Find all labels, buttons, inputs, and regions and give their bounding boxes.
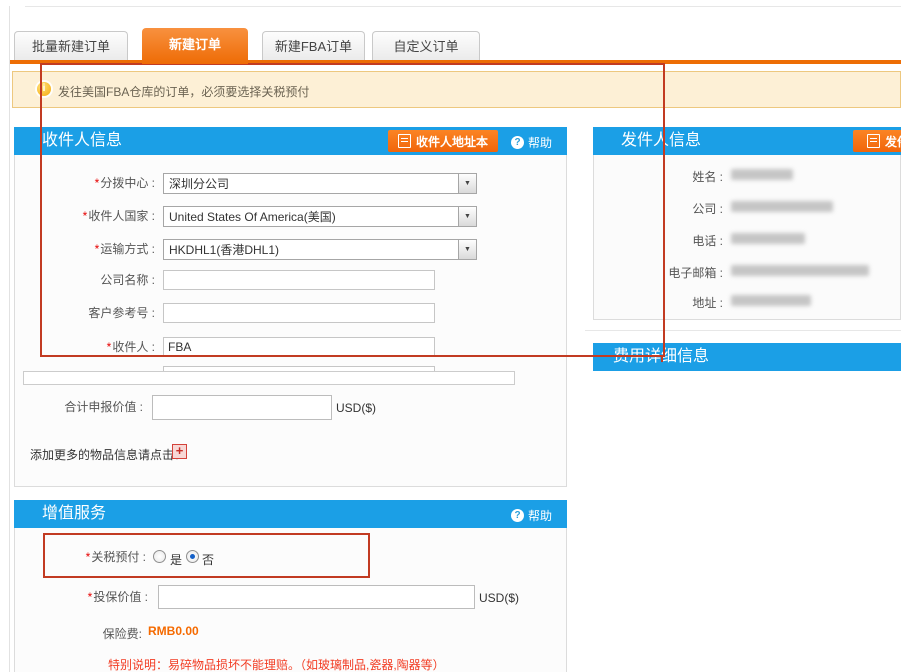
- duty-prepaid-no-radio[interactable]: [186, 550, 199, 563]
- declared-total-input[interactable]: [152, 395, 332, 420]
- vas-help-label: 帮助: [528, 507, 552, 524]
- dispatch-center-label: *分拨中心 :: [20, 173, 155, 194]
- add-more-items-text: 添加更多的物品信息请点击：: [30, 446, 186, 463]
- shipping-method-select[interactable]: HKDHL1(香港DHL1) ▼: [163, 239, 477, 260]
- recipient-address-book-label: 收件人地址本: [416, 133, 488, 150]
- recipient-country-label: *收件人国家 :: [20, 206, 155, 227]
- recipient-help-label: 帮助: [528, 134, 552, 151]
- sender-email-redacted-value: [731, 265, 869, 276]
- tab-create-fba-order[interactable]: 新建FBA订单: [262, 31, 365, 60]
- sender-company-redacted-value: [731, 201, 833, 212]
- dispatch-center-select[interactable]: 深圳分公司 ▼: [163, 173, 477, 194]
- vas-help-link[interactable]: ? 帮助: [511, 507, 552, 524]
- declared-total-label: 合计申报价值 :: [20, 395, 143, 420]
- order-create-page: 批量新建订单 新建订单 新建FBA订单 自定义订单 i 发往美国FBA仓库的订单…: [0, 0, 901, 672]
- sender-name-redacted-value: [731, 169, 793, 180]
- dispatch-center-value: 深圳分公司: [164, 175, 458, 192]
- insured-value-label: *投保价值 :: [20, 585, 148, 609]
- sender-panel-title: 发件人信息: [621, 127, 701, 155]
- recipient-help-link[interactable]: ? 帮助: [511, 134, 552, 151]
- duty-prepaid-no-label[interactable]: 否: [202, 551, 214, 568]
- sender-address-book-label: 发件: [885, 133, 901, 150]
- sender-email-label: 电子邮箱 :: [613, 264, 723, 281]
- company-name-label: 公司名称 :: [20, 270, 155, 290]
- notice-text: 发往美国FBA仓库的订单，必须要选择关税预付: [58, 83, 309, 100]
- tab-create-order[interactable]: 新建订单: [142, 28, 248, 64]
- question-mark-icon: ?: [511, 136, 524, 149]
- chevron-down-icon[interactable]: ▼: [458, 207, 476, 226]
- add-item-plus-icon[interactable]: +: [172, 444, 187, 459]
- customer-ref-input[interactable]: [163, 303, 435, 323]
- tab-custom-order[interactable]: 自定义订单: [372, 31, 480, 60]
- sender-address-book-button[interactable]: 发件: [853, 130, 901, 152]
- items-section-clipped: [23, 371, 515, 385]
- recipient-country-select[interactable]: United States Of America(美国) ▼: [163, 206, 477, 227]
- sender-address-label: 地址 :: [633, 294, 723, 311]
- sender-company-label: 公司 :: [633, 200, 723, 217]
- chevron-down-icon[interactable]: ▼: [458, 174, 476, 193]
- required-mark: *: [95, 176, 100, 190]
- sender-address-redacted-value: [731, 295, 811, 306]
- recipient-country-value: United States Of America(美国): [164, 208, 458, 225]
- recipient-name-input[interactable]: [163, 337, 435, 357]
- required-mark: *: [107, 340, 112, 354]
- declared-total-unit: USD($): [336, 401, 376, 415]
- chevron-down-icon[interactable]: ▼: [458, 240, 476, 259]
- duty-prepaid-yes-radio[interactable]: [153, 550, 166, 563]
- fees-panel-title: 费用详细信息: [613, 343, 709, 371]
- insured-value-unit: USD($): [479, 591, 519, 605]
- right-column-divider: [585, 330, 901, 331]
- recipient-address-book-button[interactable]: 收件人地址本: [388, 130, 498, 152]
- required-mark: *: [83, 209, 88, 223]
- company-name-input[interactable]: [163, 270, 435, 290]
- question-mark-icon: ?: [511, 509, 524, 522]
- customer-ref-label: 客户参考号 :: [20, 303, 155, 323]
- tab-batch-create-order[interactable]: 批量新建订单: [14, 31, 128, 60]
- info-icon: i: [37, 82, 51, 96]
- vas-panel-title: 增值服务: [42, 500, 106, 528]
- shipping-method-value: HKDHL1(香港DHL1): [164, 241, 458, 258]
- duty-prepaid-yes-label[interactable]: 是: [170, 551, 182, 568]
- duty-prepaid-label: *关税预付 :: [20, 549, 146, 565]
- top-divider: [25, 6, 901, 7]
- sender-name-label: 姓名 :: [633, 168, 723, 185]
- insurance-fee-label: 保险费:: [20, 625, 142, 642]
- insurance-fee-value: RMB0.00: [148, 624, 199, 638]
- left-page-border: [9, 6, 10, 672]
- address-book-icon: [398, 134, 411, 148]
- special-note-text: 特别说明：易碎物品损坏不能理赔。（如玻璃制品,瓷器,陶器等）: [108, 656, 445, 672]
- insured-value-input[interactable]: [158, 585, 475, 609]
- sender-phone-label: 电话 :: [633, 232, 723, 249]
- recipient-panel-title: 收件人信息: [42, 127, 122, 155]
- address-book-icon: [867, 134, 880, 148]
- sender-phone-redacted-value: [731, 233, 805, 244]
- required-mark: *: [88, 590, 93, 604]
- required-mark: *: [86, 550, 91, 564]
- required-mark: *: [95, 242, 100, 256]
- recipient-name-label: *收件人 :: [20, 337, 155, 357]
- shipping-method-label: *运输方式 :: [20, 239, 155, 260]
